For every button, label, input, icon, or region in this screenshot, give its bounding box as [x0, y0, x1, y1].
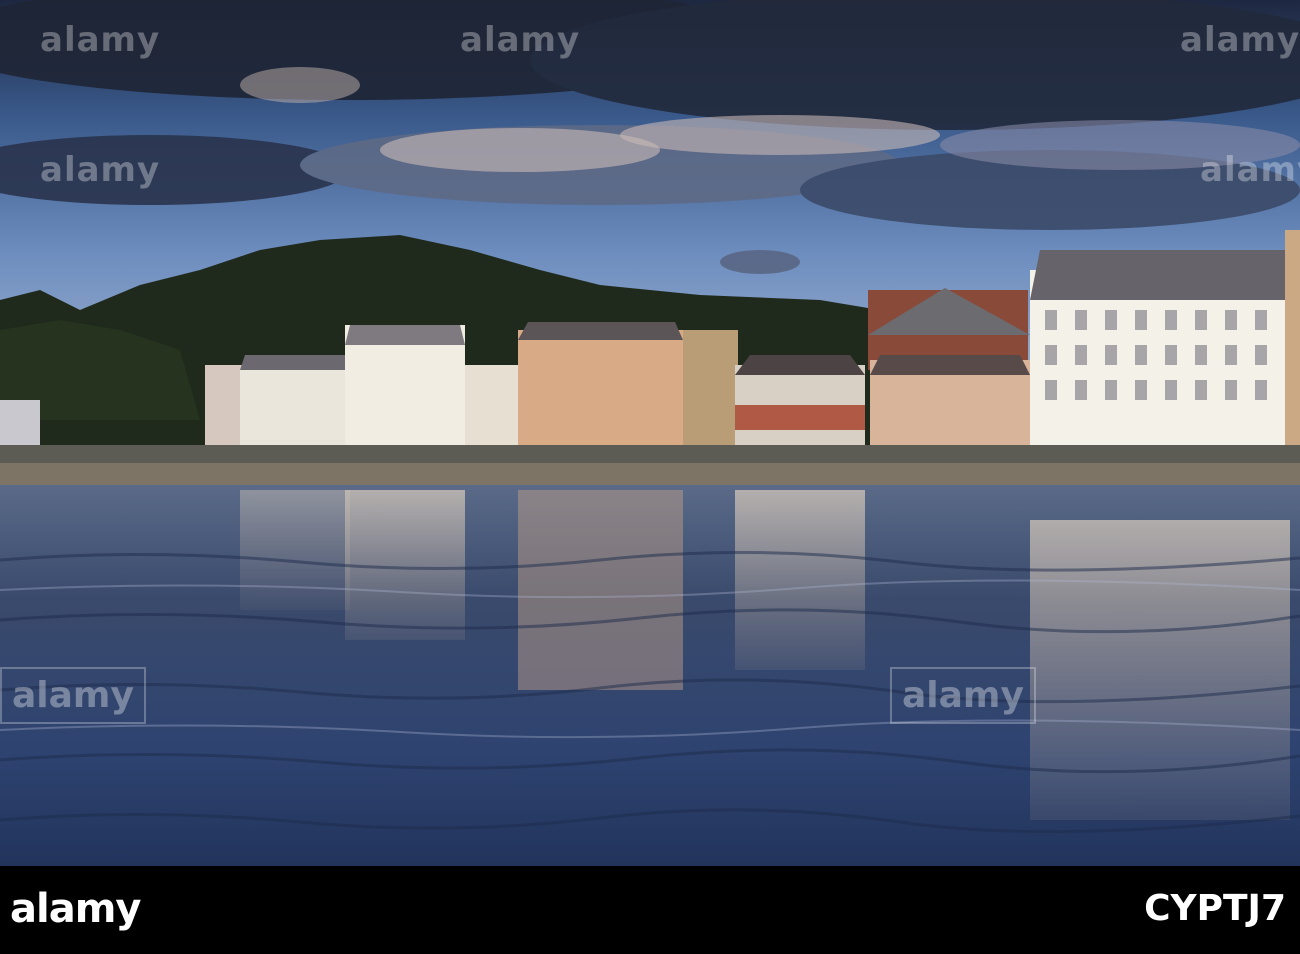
image-code: CYPTJ7 [1144, 888, 1286, 929]
watermark-text: alamy [40, 150, 161, 190]
watermark-text: alamy [40, 20, 161, 60]
alamy-logo: alamy [10, 886, 141, 932]
watermark-text: alamy [460, 20, 581, 60]
photo-scene: alamy alamy alamy alamy alamy alamy alam… [0, 0, 1300, 954]
footer-bar [0, 866, 1300, 954]
watermark-logo: alamy [0, 667, 146, 724]
watermark-text: alamy [1180, 20, 1300, 60]
watermark-logo: alamy [890, 667, 1036, 724]
harbour-photo [0, 0, 1300, 866]
watermark-text: alamy [1200, 150, 1300, 190]
